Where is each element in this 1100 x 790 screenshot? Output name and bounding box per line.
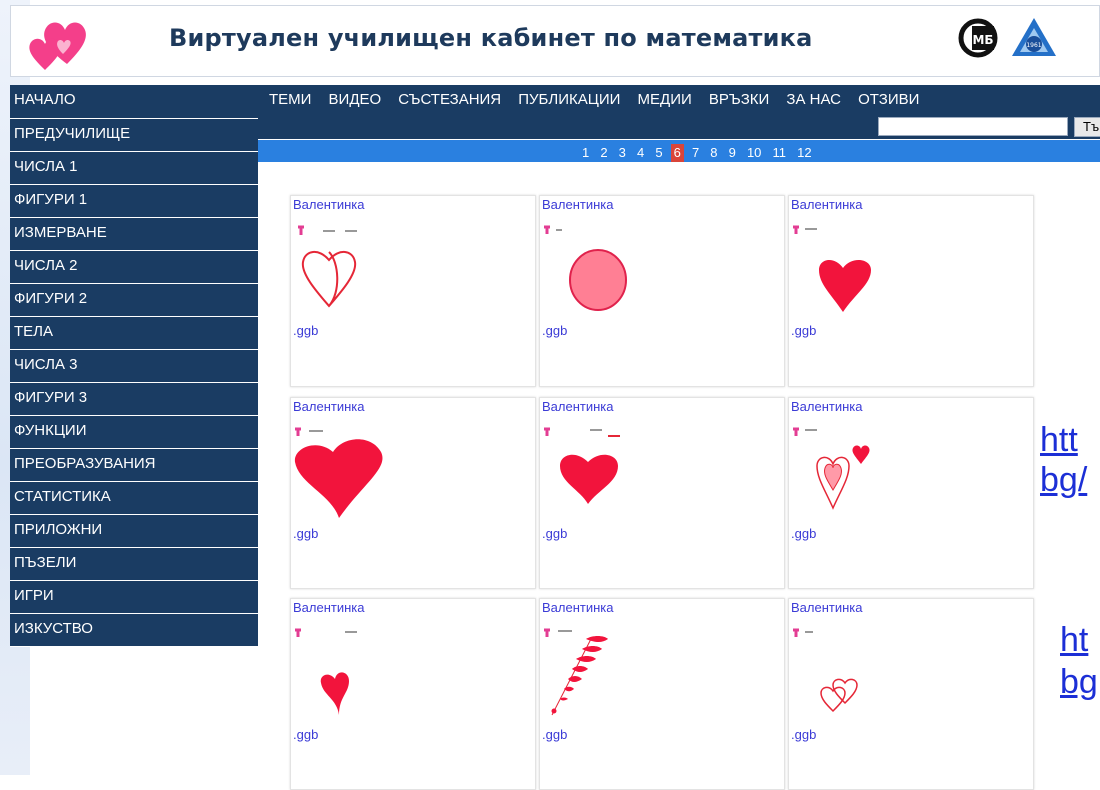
sidebar-item-chisla-2[interactable]: ЧИСЛА 2 (10, 251, 258, 284)
sidebar-item-preduchilishte[interactable]: ПРЕДУЧИЛИЩЕ (10, 119, 258, 152)
page-link-2[interactable]: 2 (597, 144, 610, 162)
applet-card[interactable]: Валентинка .ggb (539, 195, 785, 387)
search-button[interactable]: Тъ (1074, 117, 1100, 137)
pink-heart-thumbnail-icon (544, 225, 627, 311)
sidebar-item-figuri-1[interactable]: ФИГУРИ 1 (10, 185, 258, 218)
nav-item-sastezaniya[interactable]: СЪСТЕЗАНИЯ (398, 85, 501, 115)
card-file-link[interactable]: .ggb (542, 323, 567, 338)
card-file-link[interactable]: .ggb (293, 323, 318, 338)
heart-trail-thumbnail-icon (544, 628, 608, 716)
sidebar-item-prilozhni[interactable]: ПРИЛОЖНИ (10, 515, 258, 548)
card-file-link[interactable]: .ggb (293, 727, 318, 742)
page-link-7[interactable]: 7 (689, 144, 702, 162)
heart-with-arrow-thumbnail-icon (544, 427, 620, 504)
partner-logos-icon[interactable]: МБ 1961 (956, 16, 1066, 62)
two-outline-hearts-thumbnail-icon (793, 628, 858, 713)
pagination: 1 2 3 4 5 6 7 8 9 10 11 12 (258, 140, 1100, 162)
site-header: Виртуален училищен кабинет по математика… (10, 5, 1100, 77)
sidebar-item-chisla-1[interactable]: ЧИСЛА 1 (10, 152, 258, 185)
card-title-link[interactable]: Валентинка (542, 399, 614, 414)
card-title-link[interactable]: Валентинка (791, 399, 863, 414)
sidebar-item-pazeli[interactable]: ПЪЗЕЛИ (10, 548, 258, 581)
search-bar: Тъ (258, 115, 1100, 139)
card-file-link[interactable]: .ggb (542, 727, 567, 742)
page-link-1[interactable]: 1 (579, 144, 592, 162)
page-link-8[interactable]: 8 (707, 144, 720, 162)
nav-item-video[interactable]: ВИДЕО (329, 85, 382, 115)
page-link-4[interactable]: 4 (634, 144, 647, 162)
nav-item-temi[interactable]: ТЕМИ (269, 85, 311, 115)
big-heart-thumbnail-icon (294, 427, 383, 518)
card-file-link[interactable]: .ggb (791, 526, 816, 541)
page-link-3[interactable]: 3 (616, 144, 629, 162)
top-navigation: ТЕМИ ВИДЕО СЪСТЕЗАНИЯ ПУБЛИКАЦИИ МЕДИИ В… (258, 85, 1100, 115)
card-title-link[interactable]: Валентинка (542, 197, 614, 212)
nav-item-za-nas[interactable]: ЗА НАС (786, 85, 841, 115)
card-title-link[interactable]: Валентинка (293, 600, 365, 615)
sidebar-item-preobrazuvaniya[interactable]: ПРЕОБРАЗУВАНИЯ (10, 449, 258, 482)
narrow-heart-thumbnail-icon (295, 628, 357, 715)
applet-card[interactable]: Валентинка .ggb (788, 598, 1034, 790)
search-input[interactable] (878, 117, 1068, 136)
page-link-12[interactable]: 12 (794, 144, 814, 162)
external-link-b-line2[interactable]: bg (1060, 662, 1098, 702)
svg-text:МБ: МБ (972, 33, 993, 47)
sidebar-item-igri[interactable]: ИГРИ (10, 581, 258, 614)
nav-item-otzivi[interactable]: ОТЗИВИ (858, 85, 919, 115)
applet-card[interactable]: Валентинка .ggb (290, 397, 536, 589)
sidebar-item-izkustvo[interactable]: ИЗКУСТВО (10, 614, 258, 647)
hearts-logo-icon[interactable] (23, 14, 101, 72)
heart-outline-thumbnail-icon (298, 225, 357, 308)
applet-card[interactable]: Валентинка .ggb (539, 397, 785, 589)
external-link-b-line1[interactable]: ht (1060, 620, 1088, 660)
nav-item-publikatsii[interactable]: ПУБЛИКАЦИИ (518, 85, 620, 115)
applet-card[interactable]: Валентинка .ggb (788, 397, 1034, 589)
nav-item-medii[interactable]: МЕДИИ (638, 85, 692, 115)
external-link-a-line1[interactable]: htt (1040, 420, 1078, 460)
applet-card[interactable]: Валентинка .ggb (290, 195, 536, 387)
card-title-link[interactable]: Валентинка (293, 399, 365, 414)
card-file-link[interactable]: .ggb (791, 323, 816, 338)
page-title: Виртуален училищен кабинет по математика (169, 24, 813, 52)
card-title-link[interactable]: Валентинка (293, 197, 365, 212)
sidebar-item-tela[interactable]: ТЕЛА (10, 317, 258, 350)
applet-card[interactable]: Валентинка .ggb (290, 598, 536, 790)
card-title-link[interactable]: Валентинка (791, 197, 863, 212)
sidebar-item-chisla-3[interactable]: ЧИСЛА 3 (10, 350, 258, 383)
red-heart-thumbnail-icon (793, 225, 871, 312)
page-link-10[interactable]: 10 (744, 144, 764, 162)
nested-hearts-thumbnail-icon (793, 427, 870, 510)
card-file-link[interactable]: .ggb (542, 526, 567, 541)
card-file-link[interactable]: .ggb (293, 526, 318, 541)
applet-card[interactable]: Валентинка .ggb (539, 598, 785, 790)
sidebar-item-izmervane[interactable]: ИЗМЕРВАНЕ (10, 218, 258, 251)
sidebar-item-figuri-3[interactable]: ФИГУРИ 3 (10, 383, 258, 416)
page-link-current[interactable]: 6 (670, 144, 684, 162)
external-link-a-line2[interactable]: bg/ (1040, 460, 1087, 500)
page-link-9[interactable]: 9 (726, 144, 739, 162)
sidebar-item-funktsii[interactable]: ФУНКЦИИ (10, 416, 258, 449)
sidebar-menu: НАЧАЛО ПРЕДУЧИЛИЩЕ ЧИСЛА 1 ФИГУРИ 1 ИЗМЕ… (10, 85, 258, 647)
sidebar-item-nachalo[interactable]: НАЧАЛО (10, 85, 258, 119)
svg-text:1961: 1961 (1026, 42, 1041, 49)
card-title-link[interactable]: Валентинка (542, 600, 614, 615)
sidebar-item-statistika[interactable]: СТАТИСТИКА (10, 482, 258, 515)
nav-item-vrazki[interactable]: ВРЪЗКИ (709, 85, 769, 115)
page-link-5[interactable]: 5 (652, 144, 665, 162)
card-title-link[interactable]: Валентинка (791, 600, 863, 615)
sidebar-item-figuri-2[interactable]: ФИГУРИ 2 (10, 284, 258, 317)
page-link-11[interactable]: 11 (770, 144, 790, 162)
card-file-link[interactable]: .ggb (791, 727, 816, 742)
applet-card[interactable]: Валентинка .ggb (788, 195, 1034, 387)
